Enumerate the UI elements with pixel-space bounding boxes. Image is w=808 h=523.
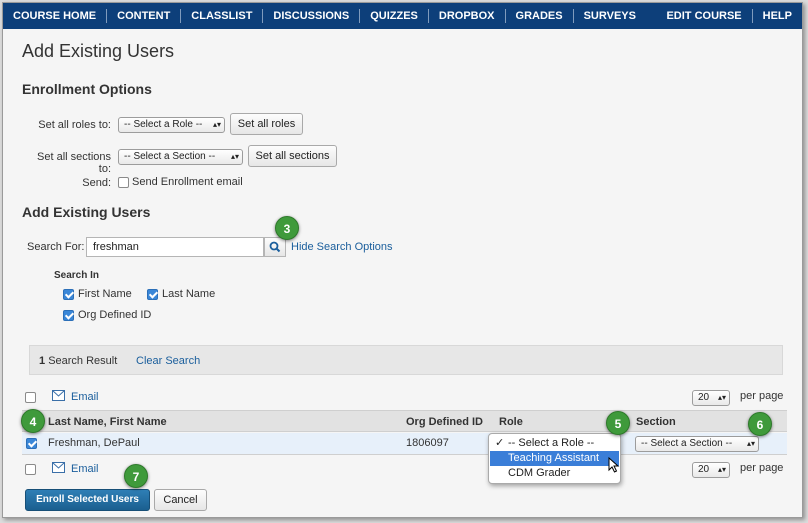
search-icon — [269, 241, 281, 253]
result-count-number: 1 — [39, 355, 46, 367]
search-in-label: Search In — [54, 270, 100, 281]
search-for-label: Search For: — [27, 241, 85, 253]
org-defined-id-option-label: Org Defined ID — [78, 309, 152, 321]
select-arrows-icon: ▴▾ — [230, 152, 239, 161]
role-option-select[interactable]: ✓ -- Select a Role -- — [490, 436, 619, 451]
nav-surveys[interactable]: SURVEYS — [574, 9, 646, 23]
role-option-teaching-assistant-label: Teaching Assistant — [508, 452, 600, 464]
first-name-checkbox[interactable] — [63, 289, 74, 300]
role-option-cdm-grader[interactable]: CDM Grader — [490, 466, 619, 481]
table-row: Freshman, DePaul 1806097 -- Select a Sec… — [22, 433, 787, 455]
set-all-sections-button[interactable]: Set all sections — [248, 145, 337, 167]
mouse-cursor-icon — [608, 457, 620, 473]
add-existing-users-heading: Add Existing Users — [22, 204, 151, 220]
last-name-checkbox[interactable] — [147, 289, 158, 300]
step-badge-7: 7 — [124, 464, 148, 488]
row-section-select-value: -- Select a Section -- — [641, 438, 733, 449]
search-result-bar: 1 Search Result Clear Search — [29, 345, 783, 375]
users-grid-header: Last Name, First Name Org Defined ID Rol… — [22, 410, 787, 432]
role-option-cdm-grader-label: CDM Grader — [508, 467, 571, 479]
window: COURSE HOME CONTENT CLASSLIST DISCUSSION… — [2, 2, 803, 518]
nav-edit-course[interactable]: EDIT COURSE — [656, 9, 753, 23]
role-dropdown-menu: ✓ -- Select a Role -- Teaching Assistant… — [488, 433, 621, 484]
per-page-label: per page — [740, 462, 784, 474]
nav-discussions[interactable]: DISCUSSIONS — [263, 9, 361, 23]
nav-dropbox[interactable]: DROPBOX — [429, 9, 506, 23]
step-badge-4: 4 — [21, 409, 45, 433]
select-all-checkbox-bottom[interactable] — [25, 464, 36, 475]
col-name-header[interactable]: Last Name, First Name — [48, 416, 167, 428]
email-link-bottom[interactable]: Email — [71, 463, 99, 475]
select-arrows-icon: ▴▾ — [212, 120, 221, 129]
email-icon — [52, 390, 65, 401]
last-name-option-label: Last Name — [162, 288, 216, 300]
cancel-button[interactable]: Cancel — [154, 489, 207, 511]
per-page-value: 20 — [698, 464, 710, 475]
search-button[interactable] — [264, 237, 286, 257]
set-all-roles-select[interactable]: -- Select a Role -- ▴▾ — [118, 117, 225, 133]
per-page-select-bottom[interactable]: 20 ▴▾ — [692, 462, 730, 478]
nav-course-home[interactable]: COURSE HOME — [3, 9, 108, 23]
send-enrollment-email-checkbox[interactable] — [118, 177, 129, 188]
first-name-option-label: First Name — [78, 288, 132, 300]
nav-help[interactable]: HELP — [753, 9, 802, 23]
select-arrows-icon: ▴▾ — [746, 439, 755, 448]
nav-grades[interactable]: GRADES — [506, 9, 574, 23]
hide-search-options-link[interactable]: Hide Search Options — [291, 241, 393, 253]
email-icon — [52, 462, 65, 473]
set-roles-label: Set all roles to: — [38, 119, 111, 131]
step-badge-6: 6 — [748, 412, 772, 436]
set-all-sections-select[interactable]: -- Select a Section -- ▴▾ — [118, 149, 243, 165]
set-all-roles-button[interactable]: Set all roles — [230, 113, 303, 135]
email-link-top[interactable]: Email — [71, 391, 99, 403]
row-select-checkbox[interactable] — [26, 438, 37, 449]
set-sections-label: Set all sections to: — [37, 151, 111, 175]
result-count: 1 Search Result — [39, 355, 117, 367]
nav-right-group: EDIT COURSE HELP — [656, 9, 802, 23]
select-arrows-icon: ▴▾ — [717, 465, 726, 474]
step-badge-5: 5 — [606, 411, 630, 435]
select-arrows-icon: ▴▾ — [717, 393, 726, 402]
course-navbar: COURSE HOME CONTENT CLASSLIST DISCUSSION… — [3, 3, 802, 29]
row-name: Freshman, DePaul — [48, 437, 140, 449]
col-section-header: Section — [636, 416, 676, 428]
role-option-select-label: -- Select a Role -- — [508, 437, 595, 449]
checkmark-icon: ✓ — [495, 437, 505, 449]
per-page-value: 20 — [698, 392, 710, 403]
send-label: Send: — [82, 177, 111, 189]
search-input[interactable]: freshman — [86, 237, 264, 257]
row-section-select[interactable]: -- Select a Section -- ▴▾ — [635, 436, 759, 452]
step-badge-3: 3 — [275, 216, 299, 240]
per-page-select-top[interactable]: 20 ▴▾ — [692, 390, 730, 406]
select-all-checkbox-top[interactable] — [25, 392, 36, 403]
nav-quizzes[interactable]: QUIZZES — [360, 9, 429, 23]
col-role-header: Role — [499, 416, 523, 428]
nav-classlist[interactable]: CLASSLIST — [181, 9, 264, 23]
col-org-id-header[interactable]: Org Defined ID — [406, 416, 483, 428]
page-title: Add Existing Users — [22, 41, 175, 61]
set-all-roles-select-value: -- Select a Role -- — [124, 119, 203, 130]
clear-search-link[interactable]: Clear Search — [136, 355, 200, 367]
org-defined-id-checkbox[interactable] — [63, 310, 74, 321]
enroll-selected-users-button[interactable]: Enroll Selected Users — [25, 489, 150, 511]
role-option-teaching-assistant[interactable]: Teaching Assistant — [490, 451, 619, 466]
per-page-label: per page — [740, 390, 784, 402]
set-all-sections-select-value: -- Select a Section -- — [124, 151, 216, 162]
result-count-label: Search Result — [48, 355, 118, 367]
send-enrollment-email-label: Send Enrollment email — [132, 176, 243, 188]
row-org-id: 1806097 — [406, 437, 449, 449]
nav-content[interactable]: CONTENT — [107, 9, 182, 23]
enrollment-options-heading: Enrollment Options — [22, 81, 152, 97]
